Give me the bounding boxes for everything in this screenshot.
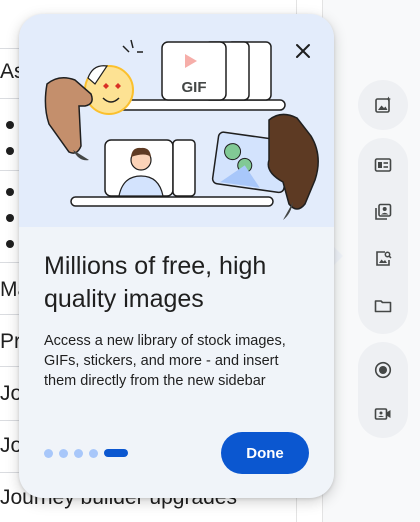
video-camera-button[interactable] — [358, 392, 408, 436]
image-sparkle-button[interactable] — [358, 83, 408, 127]
done-button[interactable]: Done — [221, 432, 309, 474]
image-search-icon — [376, 251, 392, 266]
bullet — [6, 188, 14, 196]
sidebar-group-record — [358, 342, 408, 438]
page-dot[interactable] — [59, 448, 68, 458]
page-dot-active[interactable] — [104, 449, 128, 457]
folder-icon — [374, 300, 392, 313]
pagination-dots — [44, 448, 134, 458]
popover-illustration: GIF — [19, 14, 334, 227]
photo-library-button[interactable] — [358, 190, 408, 234]
image-sparkle-icon — [375, 96, 391, 113]
page-dot[interactable] — [89, 448, 98, 458]
video-camera-icon — [374, 408, 391, 420]
bullet — [6, 121, 14, 129]
popover-description: Access a new library of stock images, GI… — [44, 333, 286, 389]
image-search-button[interactable] — [358, 237, 408, 281]
record-icon — [374, 361, 392, 379]
text-layout-button[interactable] — [358, 143, 408, 187]
page-dot[interactable] — [44, 448, 53, 458]
text-layout-icon — [374, 158, 392, 172]
folder-button[interactable] — [358, 284, 408, 328]
close-icon — [296, 44, 310, 58]
close-button[interactable] — [288, 36, 318, 66]
page-dot[interactable] — [74, 448, 83, 458]
photo-library-icon — [375, 203, 392, 220]
popover-title: Millions of free, high quality images — [44, 252, 267, 313]
bullet — [6, 240, 14, 248]
record-button[interactable] — [358, 348, 408, 392]
gif-label: GIF — [182, 79, 207, 96]
sidebar-group-insert — [358, 138, 408, 334]
bullet — [6, 147, 14, 155]
bullet — [6, 214, 14, 222]
sidebar-group-top — [358, 80, 408, 130]
feature-popover: GIF Millions of free, high quality image… — [19, 14, 334, 498]
